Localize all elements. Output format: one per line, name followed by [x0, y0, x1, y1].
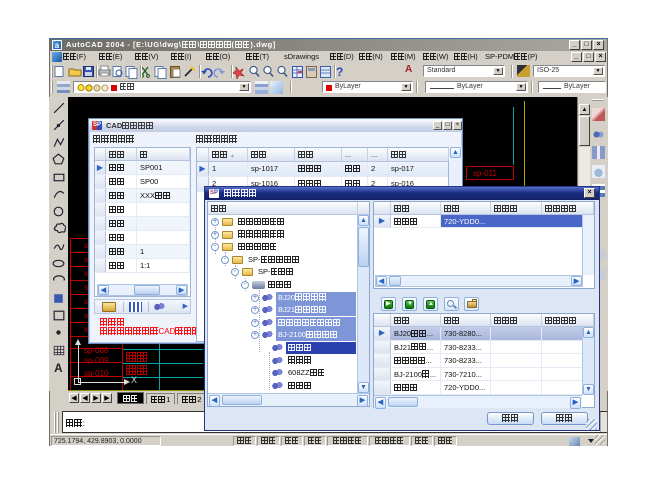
svg-text:?: ?: [336, 65, 343, 79]
svg-text:A: A: [54, 362, 63, 375]
